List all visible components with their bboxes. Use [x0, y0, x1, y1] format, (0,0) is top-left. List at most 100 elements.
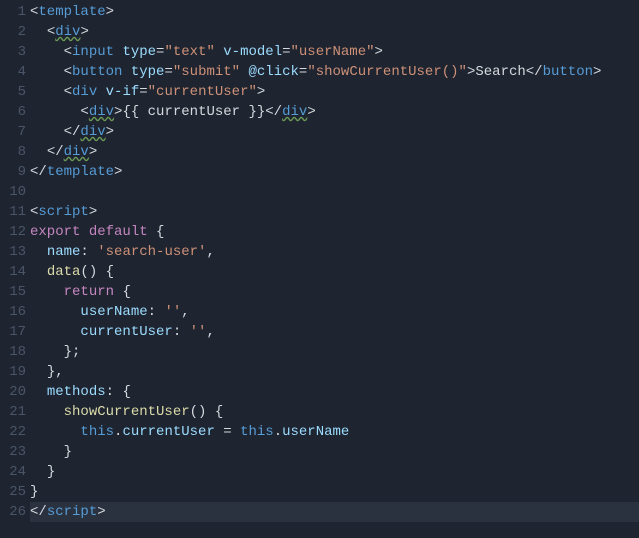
code-line[interactable]: <template>	[30, 2, 639, 22]
code-token: template	[47, 164, 114, 180]
code-line[interactable]: userName: '',	[30, 302, 639, 322]
code-token: v-if	[106, 84, 140, 100]
code-line[interactable]: data() {	[30, 262, 639, 282]
code-token: </	[526, 64, 543, 80]
line-number: 11	[0, 202, 26, 222]
code-line[interactable]: currentUser: '',	[30, 322, 639, 342]
code-token: >	[106, 4, 114, 20]
line-number: 17	[0, 322, 26, 342]
code-token	[30, 104, 80, 120]
code-token	[30, 364, 47, 380]
code-token: type	[131, 64, 165, 80]
code-token	[97, 264, 105, 280]
code-token: <	[64, 44, 72, 60]
code-token	[206, 404, 214, 420]
code-token: .	[274, 424, 282, 440]
code-token: div	[72, 84, 97, 100]
line-number: 1	[0, 2, 26, 22]
code-token: "userName"	[291, 44, 375, 60]
code-token: {	[106, 264, 114, 280]
code-line[interactable]: <div>	[30, 22, 639, 42]
code-token: userName	[80, 304, 147, 320]
code-line[interactable]: <div>{{ currentUser }}</div>	[30, 102, 639, 122]
code-area[interactable]: <template> <div> <input type="text" v-mo…	[30, 0, 639, 538]
code-token: :	[80, 244, 88, 260]
code-editor[interactable]: 1234567891011121314151617181920212223242…	[0, 0, 639, 538]
code-token: >	[375, 44, 383, 60]
line-number: 7	[0, 122, 26, 142]
code-line[interactable]: </div>	[30, 122, 639, 142]
code-token: =	[139, 84, 147, 100]
code-token: export	[30, 224, 80, 240]
code-line[interactable]: methods: {	[30, 382, 639, 402]
line-number: 13	[0, 242, 26, 262]
code-token	[30, 284, 64, 300]
code-line[interactable]: },	[30, 362, 639, 382]
line-number: 10	[0, 182, 26, 202]
code-line[interactable]: this.currentUser = this.userName	[30, 422, 639, 442]
code-token: </	[265, 104, 282, 120]
code-token	[30, 244, 47, 260]
code-token: 'search-user'	[97, 244, 206, 260]
code-line[interactable]: <button type="submit" @click="showCurren…	[30, 62, 639, 82]
code-line[interactable]: </template>	[30, 162, 639, 182]
code-token: >	[89, 144, 97, 160]
code-token: methods	[47, 384, 106, 400]
code-token	[30, 64, 64, 80]
code-line[interactable]	[30, 182, 639, 202]
code-token: "submit"	[173, 64, 240, 80]
code-token	[30, 444, 64, 460]
code-line[interactable]: name: 'search-user',	[30, 242, 639, 262]
code-token	[30, 304, 80, 320]
code-token: @click	[248, 64, 298, 80]
code-token	[30, 404, 64, 420]
code-token	[30, 264, 47, 280]
code-token: }	[64, 444, 72, 460]
code-token: div	[55, 24, 80, 40]
code-line[interactable]: }	[30, 482, 639, 502]
line-number: 26	[0, 502, 26, 522]
code-line[interactable]: <input type="text" v-model="userName">	[30, 42, 639, 62]
code-token: this	[80, 424, 114, 440]
code-token	[30, 424, 80, 440]
code-token: >	[89, 204, 97, 220]
code-line[interactable]: <div v-if="currentUser">	[30, 82, 639, 102]
code-token: this	[240, 424, 274, 440]
code-token	[30, 144, 47, 160]
code-line[interactable]: return {	[30, 282, 639, 302]
code-line[interactable]: </script>	[30, 502, 639, 522]
code-token	[30, 24, 47, 40]
code-token: </	[64, 124, 81, 140]
code-token: },	[47, 364, 64, 380]
code-line[interactable]: export default {	[30, 222, 639, 242]
code-line[interactable]: };	[30, 342, 639, 362]
line-number: 12	[0, 222, 26, 242]
code-token: <	[64, 84, 72, 100]
code-token: }	[30, 484, 38, 500]
code-token: >	[114, 164, 122, 180]
code-token	[30, 324, 80, 340]
line-number: 24	[0, 462, 26, 482]
code-token: >	[307, 104, 315, 120]
code-token: template	[38, 4, 105, 20]
line-number: 8	[0, 142, 26, 162]
code-token	[148, 224, 156, 240]
code-token	[30, 384, 47, 400]
code-token: :	[173, 324, 181, 340]
code-token: {	[122, 384, 130, 400]
line-number: 20	[0, 382, 26, 402]
code-token: input	[72, 44, 114, 60]
code-token: div	[282, 104, 307, 120]
code-line[interactable]: <script>	[30, 202, 639, 222]
code-token: {	[122, 284, 130, 300]
code-token: name	[47, 244, 81, 260]
code-token: script	[47, 504, 97, 520]
code-token	[215, 424, 223, 440]
line-number: 6	[0, 102, 26, 122]
code-line[interactable]: }	[30, 462, 639, 482]
code-line[interactable]: showCurrentUser() {	[30, 402, 639, 422]
code-line[interactable]: }	[30, 442, 639, 462]
code-token: data	[47, 264, 81, 280]
code-token: }	[47, 464, 55, 480]
code-line[interactable]: </div>	[30, 142, 639, 162]
